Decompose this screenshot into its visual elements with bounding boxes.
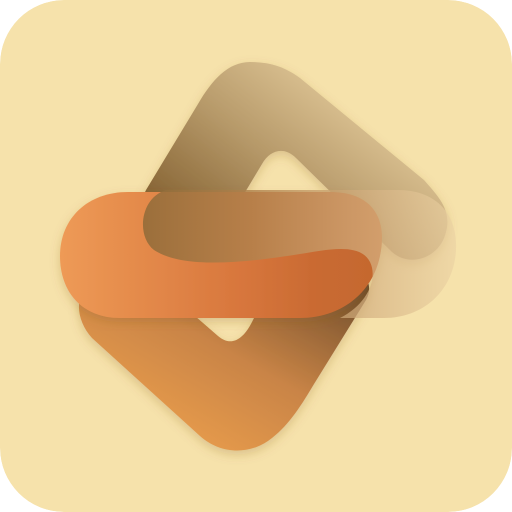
stylized-s-logo-icon <box>0 0 512 512</box>
app-icon-tile <box>0 0 512 512</box>
